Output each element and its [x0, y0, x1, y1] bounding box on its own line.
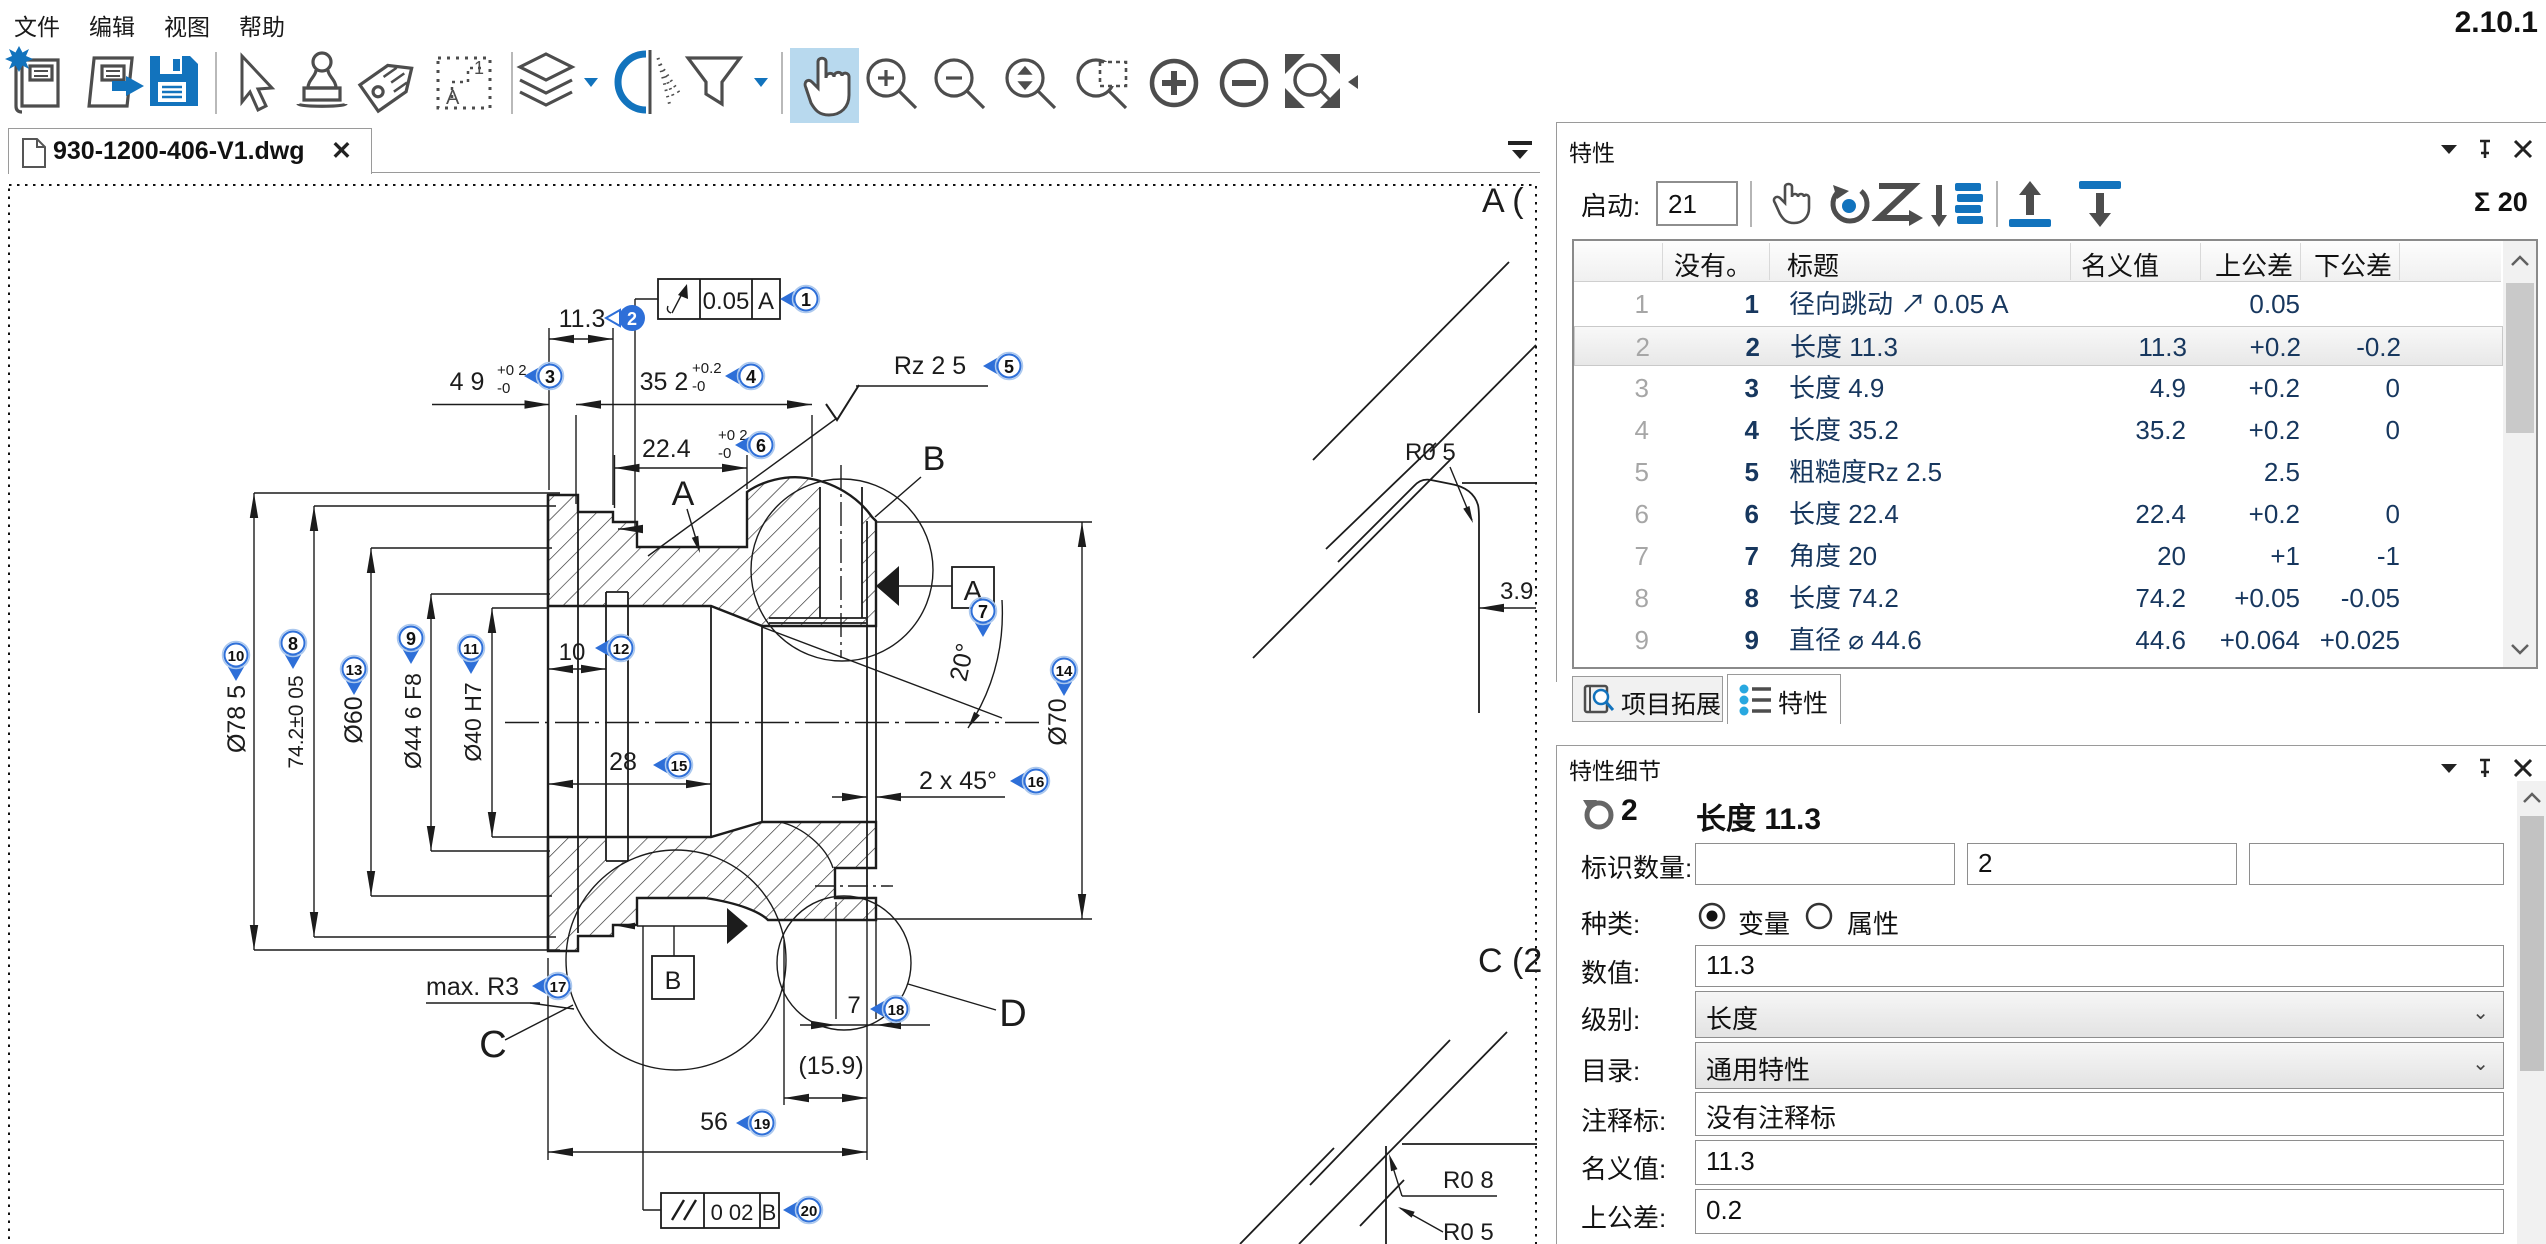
svg-text:B: B: [923, 440, 946, 478]
svg-text:-0: -0: [497, 380, 510, 397]
svg-text:A (: A (: [1482, 182, 1524, 220]
svg-text:9: 9: [406, 629, 416, 649]
svg-text:15: 15: [671, 758, 688, 775]
svg-text:4 9: 4 9: [450, 368, 485, 396]
svg-text:10: 10: [559, 639, 586, 666]
svg-text:Ø78 5: Ø78 5: [223, 685, 251, 753]
svg-text:7: 7: [978, 602, 988, 622]
svg-text:2: 2: [627, 309, 637, 329]
svg-text:5: 5: [1004, 357, 1014, 377]
svg-text:7: 7: [847, 992, 860, 1019]
svg-text:A: A: [758, 288, 774, 315]
svg-text:D: D: [999, 993, 1026, 1035]
svg-text:3.9: 3.9: [1500, 578, 1533, 605]
svg-text:6: 6: [756, 436, 766, 456]
svg-text:+0 2: +0 2: [497, 362, 527, 379]
svg-text:12: 12: [613, 641, 630, 658]
svg-text:B: B: [762, 1200, 777, 1225]
svg-text:Rz 2 5: Rz 2 5: [894, 352, 966, 380]
svg-text:18: 18: [888, 1002, 905, 1019]
svg-text:Ø70: Ø70: [1044, 698, 1072, 745]
svg-text:max. R3: max. R3: [426, 973, 519, 1001]
svg-text:35 2: 35 2: [640, 368, 689, 396]
svg-text:11.3: 11.3: [559, 305, 606, 333]
svg-text:20°: 20°: [945, 641, 980, 684]
svg-text:28: 28: [609, 748, 637, 776]
svg-text:17: 17: [550, 979, 567, 996]
svg-text:-0: -0: [718, 445, 731, 462]
svg-text:22.4: 22.4: [642, 435, 691, 463]
svg-text:C: C: [479, 1024, 506, 1066]
svg-text:11: 11: [463, 641, 479, 658]
svg-text:0 02: 0 02: [711, 1200, 754, 1225]
svg-text:A: A: [672, 475, 695, 513]
svg-text:8: 8: [288, 634, 298, 654]
svg-text:R0 5: R0 5: [1405, 439, 1456, 466]
svg-text:B: B: [665, 967, 682, 995]
svg-text:R0 5: R0 5: [1443, 1219, 1494, 1244]
svg-text:(15.9): (15.9): [798, 1052, 863, 1080]
svg-text:-0: -0: [692, 378, 705, 395]
svg-text:Ø44 6 F8: Ø44 6 F8: [400, 673, 426, 769]
svg-text:C (2: C (2: [1478, 942, 1542, 980]
svg-text:2 x 45°: 2 x 45°: [919, 767, 997, 795]
svg-text:56: 56: [700, 1108, 728, 1136]
svg-text:13: 13: [346, 662, 363, 679]
svg-text:1: 1: [801, 290, 811, 310]
svg-text:10: 10: [228, 648, 245, 665]
svg-text:Ø60: Ø60: [340, 696, 368, 743]
svg-text:4: 4: [746, 367, 756, 387]
svg-text:3: 3: [545, 367, 555, 387]
svg-text:19: 19: [754, 1116, 771, 1133]
svg-text:+0.2: +0.2: [692, 360, 722, 377]
svg-text:Ø40 H7: Ø40 H7: [460, 682, 486, 761]
svg-text:74.2±0 05: 74.2±0 05: [285, 675, 308, 768]
svg-text:R0 8: R0 8: [1443, 1167, 1494, 1194]
svg-text:16: 16: [1028, 774, 1045, 791]
svg-text:0.05: 0.05: [703, 288, 750, 315]
svg-text:20: 20: [801, 1203, 818, 1220]
svg-text:14: 14: [1056, 663, 1073, 680]
